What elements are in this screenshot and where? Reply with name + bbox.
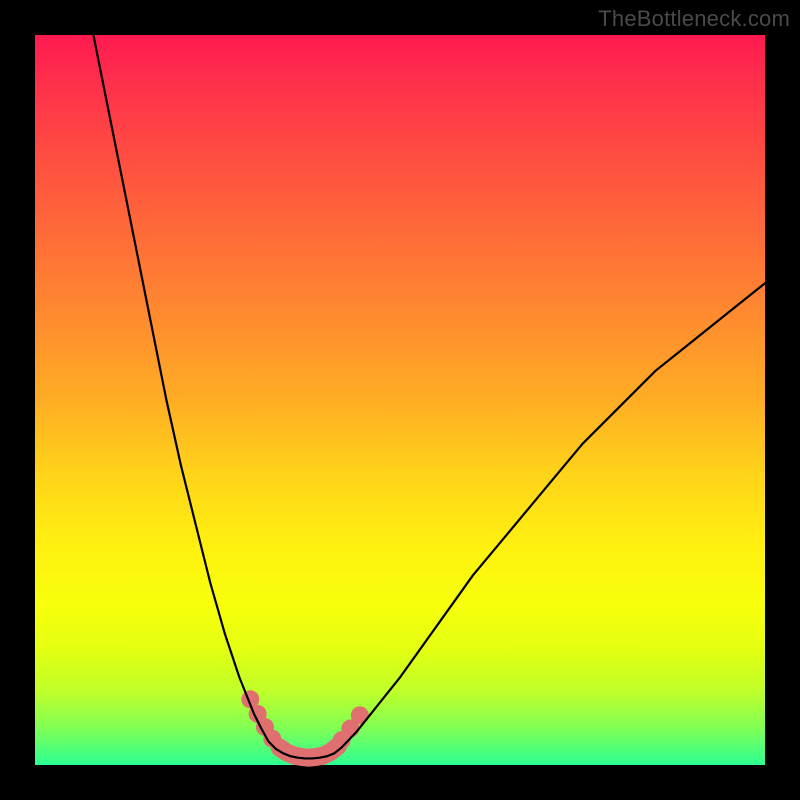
plot-area — [35, 35, 765, 765]
chart-layer-10 — [334, 283, 765, 753]
chart-layer-7 — [351, 706, 369, 724]
chart-svg — [35, 35, 765, 765]
outer-frame: TheBottleneck.com — [0, 0, 800, 800]
chart-layer-8 — [93, 35, 283, 753]
watermark-text: TheBottleneck.com — [598, 6, 790, 32]
